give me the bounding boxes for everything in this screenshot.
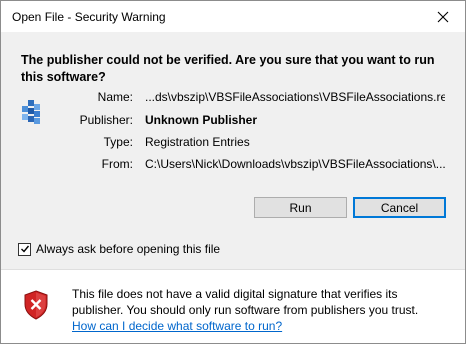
warning-text: This file does not have a valid digital …	[72, 287, 419, 317]
field-label: Name:	[97, 90, 133, 104]
field-label: Type:	[103, 135, 133, 149]
always-ask-label[interactable]: Always ask before opening this file	[36, 242, 220, 256]
shield-error-icon	[24, 290, 48, 320]
close-button[interactable]	[420, 1, 465, 32]
close-icon	[437, 11, 448, 22]
always-ask-checkbox[interactable]	[18, 242, 31, 256]
checkmark-icon	[20, 245, 29, 253]
warning-footer: This file does not have a valid digital …	[1, 270, 465, 343]
title-bar: Open File - Security Warning	[1, 1, 465, 32]
run-button[interactable]: Run	[254, 197, 347, 218]
cancel-button[interactable]: Cancel	[353, 197, 446, 218]
publisher-value: Unknown Publisher	[145, 113, 258, 127]
file-path-value: C:\Users\Nick\Downloads\vbszip\VBSFileAs…	[145, 157, 445, 171]
dialog-body: The publisher could not be verified. Are…	[1, 32, 465, 269]
always-ask-checkbox-row[interactable]: Always ask before opening this file	[18, 241, 220, 257]
security-warning-dialog: Open File - Security Warning The publish…	[0, 0, 466, 344]
warning-heading: The publisher could not be verified. Are…	[21, 53, 435, 84]
file-name-value: ...ds\vbszip\VBSFileAssociations\VBSFile…	[145, 90, 445, 104]
field-label: Publisher:	[79, 113, 133, 127]
file-type-value: Registration Entries	[145, 135, 250, 149]
window-title: Open File - Security Warning	[12, 10, 166, 24]
field-label: From:	[101, 157, 133, 171]
warning-message: This file does not have a valid digital …	[72, 286, 452, 334]
help-link[interactable]: How can I decide what software to run?	[72, 319, 282, 333]
